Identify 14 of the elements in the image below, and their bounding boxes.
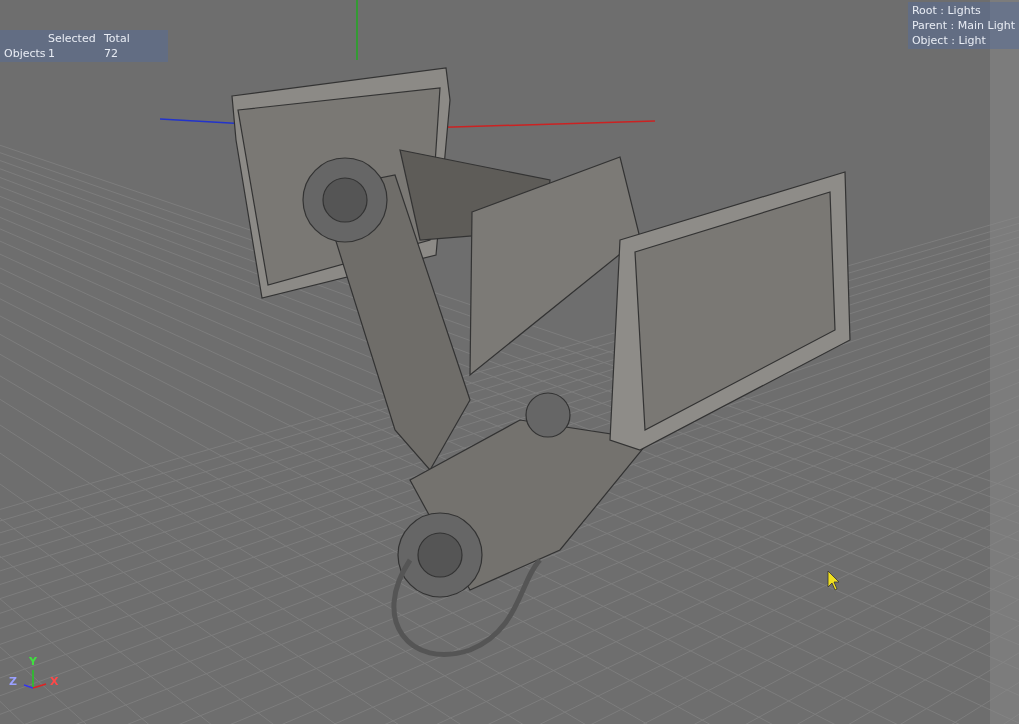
y-axis-label: Y xyxy=(29,655,37,668)
z-axis-label: Z xyxy=(9,675,17,688)
hierarchy-line: Parent : Main Light xyxy=(911,19,1015,32)
selected-count: 1 xyxy=(48,46,56,61)
3d-viewport[interactable]: Selected Total Objects 1 72 Root : Lights Parent : Main Light Object : Light Y Z X xyxy=(0,0,1019,724)
stats-column-header: Total xyxy=(104,31,131,46)
x-axis-label: X xyxy=(50,675,59,688)
hierarchy-line: Root : Lights xyxy=(911,4,981,17)
cursor-icon xyxy=(827,570,840,591)
stats-column-header: Selected xyxy=(48,31,97,46)
hierarchy-line: Object : Light xyxy=(911,34,986,47)
stats-row-label: Objects xyxy=(4,46,47,61)
axis-gizmo-drawing xyxy=(23,669,47,689)
total-count: 72 xyxy=(104,46,119,61)
